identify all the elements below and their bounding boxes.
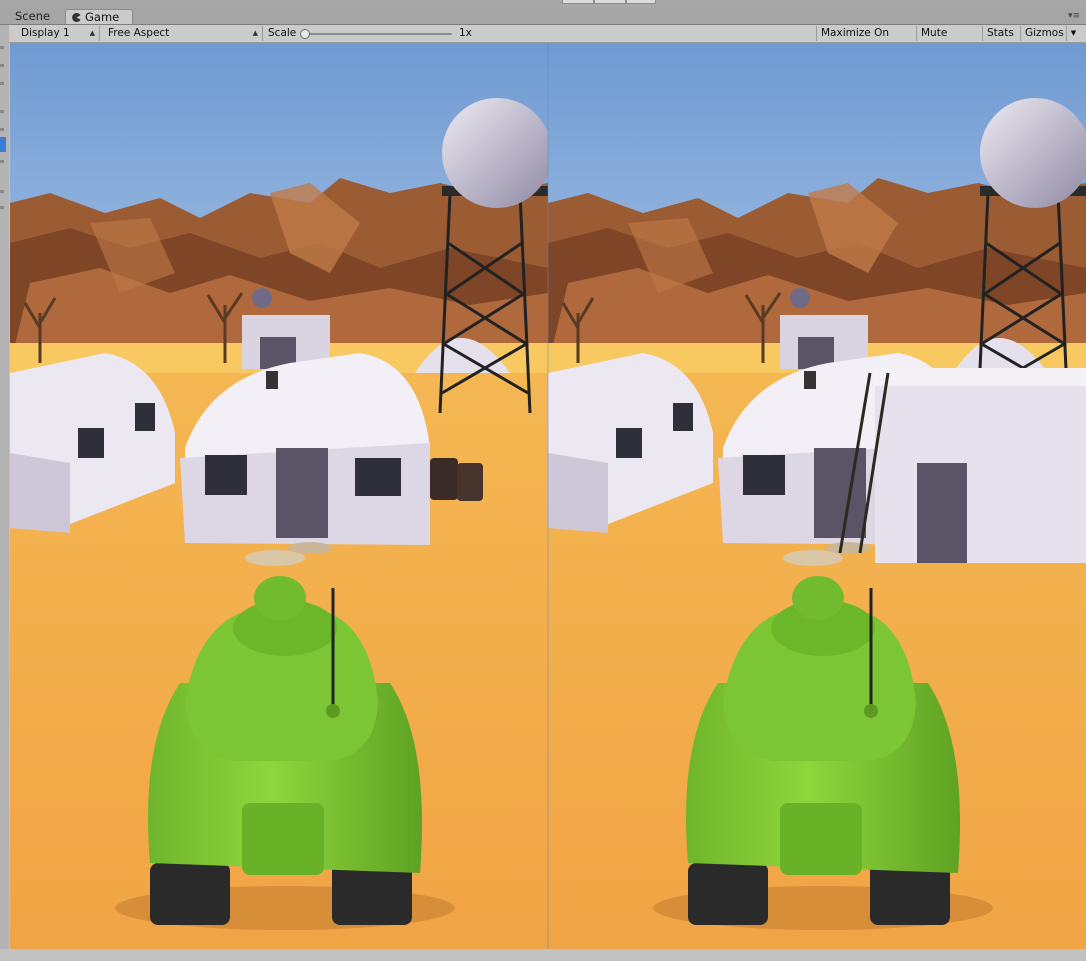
top-layout-button[interactable] [562,0,594,4]
tab-scene[interactable]: Scene [9,9,65,24]
tab-game[interactable]: Game [65,9,133,24]
tab-game-label: Game [85,10,120,24]
hierarchy-marker [0,206,4,209]
display-dropdown[interactable]: Display 1 ▲ [16,26,100,41]
scale-value: 1x [459,27,472,39]
aspect-dropdown-value: Free Aspect [108,27,170,39]
top-layout-button[interactable] [594,0,626,4]
hierarchy-marker [0,82,4,85]
hierarchy-marker [0,190,4,193]
tab-bar [0,8,1086,25]
left-eye-view [10,43,554,949]
top-layout-button[interactable] [626,0,656,4]
scale-slider-thumb[interactable] [300,29,310,39]
right-eye-building [838,368,1086,563]
tab-scene-label: Scene [15,9,51,23]
hierarchy-edge-strip [0,25,9,961]
scale-label: Scale [268,27,297,39]
window-top-strip [0,0,1086,8]
stats-button[interactable]: Stats [982,26,1020,41]
updown-arrow-icon: ▲ [89,29,95,37]
updown-arrow-icon: ▲ [252,29,258,37]
display-dropdown-value: Display 1 [21,27,70,39]
hierarchy-marker [0,160,4,163]
bottom-strip [0,949,1086,961]
gizmos-button[interactable]: Gizmos [1020,26,1066,41]
hierarchy-marker [0,128,4,131]
maximize-on-play-button[interactable]: Maximize On Play [816,26,916,54]
gizmos-dropdown-arrow-icon[interactable]: ▼ [1066,26,1080,41]
pacman-icon [72,13,81,22]
hierarchy-selection [0,137,6,152]
hierarchy-marker [0,46,4,49]
hierarchy-marker [0,110,4,113]
aspect-dropdown[interactable]: Free Aspect ▲ [103,26,263,41]
hierarchy-marker [0,64,4,67]
game-viewport[interactable] [10,43,1086,949]
panel-menu-icon[interactable]: ▾≡ [1068,11,1080,21]
scale-slider-track[interactable] [306,33,452,35]
mute-audio-button[interactable]: Mute Audio [916,26,982,54]
